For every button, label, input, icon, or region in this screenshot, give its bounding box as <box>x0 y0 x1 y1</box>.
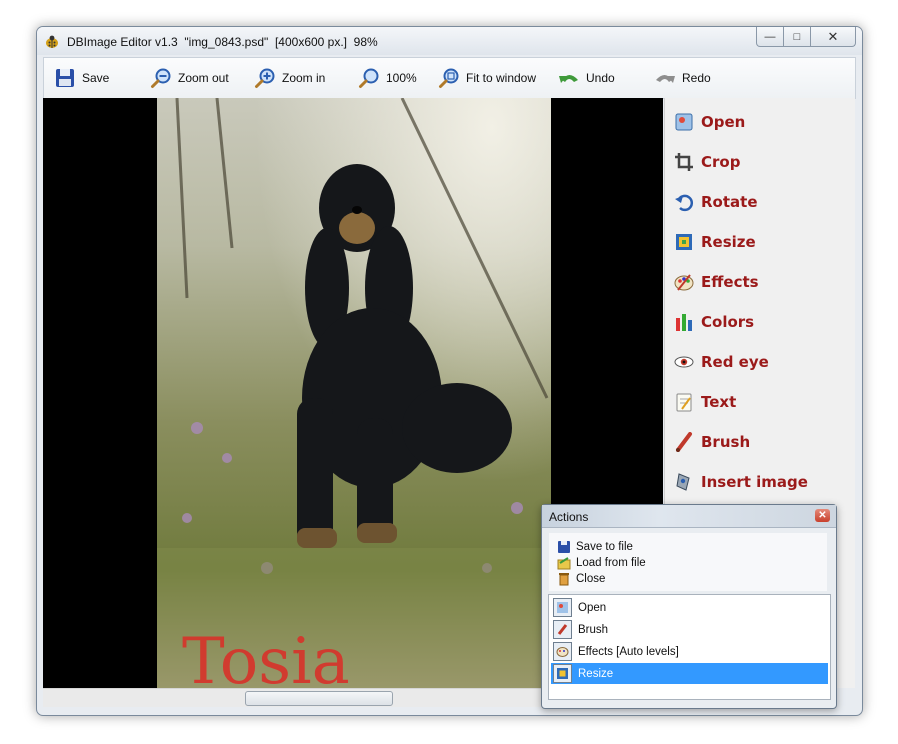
brush-icon <box>673 431 695 453</box>
history-item-open[interactable]: Open <box>551 597 828 618</box>
history-label: Brush <box>578 623 609 636</box>
actions-close-button[interactable]: ✕ <box>815 509 830 522</box>
sidebar-item-label: Text <box>701 393 737 411</box>
zoom-out-button[interactable]: Zoom out <box>150 66 229 90</box>
sidebar-item-rotate[interactable]: Rotate <box>673 189 758 215</box>
sidebar-item-text[interactable]: Text <box>673 389 736 415</box>
eye-icon <box>673 351 695 373</box>
ladybug-app-icon <box>46 35 58 48</box>
zoom-out-label: Zoom out <box>178 71 229 85</box>
close-label: Close <box>576 573 606 585</box>
load-folder-icon <box>557 557 571 570</box>
colors-bars-icon <box>673 311 695 333</box>
magnifier-minus-icon <box>151 68 171 88</box>
overlay-text: Tosia <box>182 625 350 688</box>
rotate-icon <box>673 191 695 213</box>
maximize-icon: □ <box>793 30 801 43</box>
save-label: Save <box>82 71 110 85</box>
actions-menu: Save to file Load from file Close <box>549 533 827 591</box>
scrollbar-thumb[interactable] <box>245 691 393 706</box>
history-label: Resize <box>578 667 614 680</box>
sidebar-item-insert-image[interactable]: Insert image <box>673 469 808 495</box>
save-button[interactable]: Save <box>54 66 109 90</box>
magnifier-plus-icon <box>255 68 275 88</box>
sidebar-item-label: Insert image <box>701 473 808 491</box>
title-bar[interactable]: DBImage Editor v1.3 "img_0843.psd" [400x… <box>37 27 862 55</box>
close-item[interactable]: Close <box>557 571 605 587</box>
window-title: DBImage Editor v1.3 "img_0843.psd" [400x… <box>67 35 378 49</box>
minimize-button[interactable]: — <box>756 27 784 47</box>
history-label: Effects [Auto levels] <box>578 645 679 658</box>
sidebar-item-label: Rotate <box>701 193 758 211</box>
sidebar-item-effects[interactable]: Effects <box>673 269 759 295</box>
zoom-in-button[interactable]: Zoom in <box>254 66 325 90</box>
actions-title: Actions <box>549 510 589 524</box>
insert-image-icon <box>673 471 695 493</box>
sidebar-item-open[interactable]: Open <box>673 109 745 135</box>
save-to-file-label: Save to file <box>576 541 633 553</box>
sidebar-item-label: Crop <box>701 153 741 171</box>
history-item-resize[interactable]: Resize <box>551 663 828 684</box>
fit-to-window-button[interactable]: Fit to window <box>438 66 536 90</box>
save-to-file-item[interactable]: Save to file <box>557 539 633 555</box>
text-note-icon <box>673 391 695 413</box>
actions-title-bar[interactable]: Actions ✕ <box>542 505 836 528</box>
resize-icon <box>553 664 572 683</box>
sidebar-item-resize[interactable]: Resize <box>673 229 756 255</box>
palette-icon <box>553 642 572 661</box>
resize-icon <box>673 231 695 253</box>
crop-icon <box>673 151 695 173</box>
magnifier-100-icon <box>359 68 379 88</box>
undo-label: Undo <box>586 71 615 85</box>
dog-photo[interactable]: Tosia <box>157 98 551 688</box>
window-controls: — □ ✕ <box>756 27 856 47</box>
undo-button[interactable]: Undo <box>558 66 615 90</box>
load-from-file-item[interactable]: Load from file <box>557 555 646 571</box>
close-icon: ✕ <box>818 510 827 521</box>
redo-button[interactable]: Redo <box>654 66 711 90</box>
sidebar-item-label: Brush <box>701 433 751 451</box>
sidebar-item-red-eye[interactable]: Red eye <box>673 349 769 375</box>
close-button[interactable]: ✕ <box>811 27 856 47</box>
brush-icon <box>553 620 572 639</box>
redo-arrow-icon <box>656 75 675 83</box>
toolbar: Save Zoom out Zoom in 100% Fit to window… <box>43 57 856 99</box>
floppy-disk-icon <box>56 69 74 87</box>
floppy-disk-icon <box>558 541 570 553</box>
load-from-file-label: Load from file <box>576 557 646 569</box>
undo-arrow-icon <box>559 75 578 83</box>
fit-to-window-label: Fit to window <box>466 71 537 85</box>
sidebar-item-crop[interactable]: Crop <box>673 149 740 175</box>
trash-icon <box>559 573 569 586</box>
zoom-100-label: 100% <box>386 71 417 85</box>
sidebar-item-colors[interactable]: Colors <box>673 309 754 335</box>
history-item-effects[interactable]: Effects [Auto levels] <box>551 641 828 662</box>
sidebar-item-label: Resize <box>701 233 756 251</box>
history-list: Open Brush Effects [Auto levels] Resize <box>548 594 831 700</box>
palette-icon <box>673 271 695 293</box>
history-label: Open <box>578 601 607 614</box>
sidebar-item-label: Colors <box>701 313 755 331</box>
zoom-100-button[interactable]: 100% <box>358 66 417 90</box>
sidebar-item-label: Open <box>701 113 746 131</box>
redo-label: Redo <box>682 71 711 85</box>
open-image-icon <box>553 598 572 617</box>
close-icon: ✕ <box>827 28 839 44</box>
sidebar-item-label: Effects <box>701 273 759 291</box>
zoom-in-label: Zoom in <box>282 71 326 85</box>
minimize-icon: — <box>764 30 776 43</box>
sidebar-item-brush[interactable]: Brush <box>673 429 750 455</box>
sidebar-item-label: Red eye <box>701 353 769 371</box>
maximize-button[interactable]: □ <box>784 27 811 47</box>
history-item-brush[interactable]: Brush <box>551 619 828 640</box>
open-image-icon <box>673 111 695 133</box>
actions-panel: Actions ✕ Save to file Load from file Cl… <box>541 504 837 709</box>
magnifier-fit-icon <box>439 68 459 88</box>
